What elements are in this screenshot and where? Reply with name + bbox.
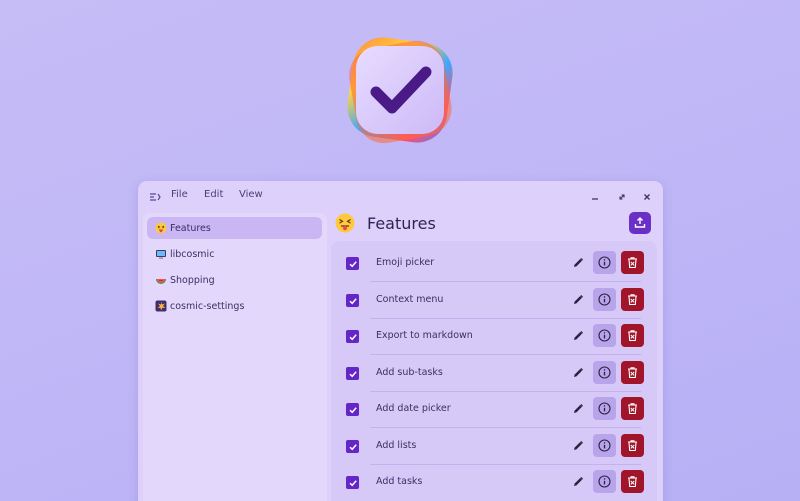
task-delete-button[interactable] bbox=[621, 397, 644, 420]
maximize-icon[interactable] bbox=[615, 190, 629, 204]
task-info-button[interactable] bbox=[593, 324, 616, 347]
task-list: Emoji picker Context menu Export to mark… bbox=[331, 241, 657, 501]
task-checkbox[interactable] bbox=[346, 294, 359, 307]
app-window: File Edit View Features libcosmic Shoppi… bbox=[138, 181, 663, 501]
task-info-button[interactable] bbox=[593, 434, 616, 457]
row-divider bbox=[370, 281, 641, 282]
task-row[interactable]: Add sub-tasks bbox=[331, 356, 657, 392]
task-checkbox[interactable] bbox=[346, 367, 359, 380]
sidebar: Features libcosmic Shopping cosmic-setti… bbox=[143, 213, 327, 501]
task-label: Emoji picker bbox=[376, 257, 435, 268]
row-divider bbox=[370, 354, 641, 355]
trash-icon bbox=[628, 257, 637, 269]
task-info-button[interactable] bbox=[593, 470, 616, 493]
check-icon bbox=[348, 260, 357, 267]
sidebar-toggle-icon[interactable] bbox=[148, 190, 162, 204]
edit-pencil-icon[interactable] bbox=[572, 476, 584, 488]
task-row[interactable]: Add tasks bbox=[331, 465, 657, 501]
edit-pencil-icon[interactable] bbox=[572, 330, 584, 342]
task-checkbox[interactable] bbox=[346, 403, 359, 416]
sidebar-item-shopping[interactable]: Shopping bbox=[147, 269, 322, 291]
task-info-button[interactable] bbox=[593, 361, 616, 384]
task-label: Context menu bbox=[376, 294, 444, 305]
info-icon bbox=[598, 329, 611, 342]
task-label: Add sub-tasks bbox=[376, 367, 443, 378]
info-icon bbox=[598, 475, 611, 488]
trash-icon bbox=[628, 294, 637, 306]
info-icon bbox=[598, 256, 611, 269]
task-checkbox[interactable] bbox=[346, 330, 359, 343]
sidebar-item-label: Features bbox=[170, 222, 211, 234]
sidebar-item-label: Shopping bbox=[170, 274, 215, 286]
task-row[interactable]: Context menu bbox=[331, 283, 657, 319]
squinting-tongue-face-icon[interactable] bbox=[335, 213, 355, 233]
list-header: Features bbox=[335, 211, 655, 241]
task-label: Export to markdown bbox=[376, 330, 473, 341]
menu-file[interactable]: File bbox=[171, 189, 188, 200]
task-delete-button[interactable] bbox=[621, 434, 644, 457]
edit-pencil-icon[interactable] bbox=[572, 257, 584, 269]
edit-pencil-icon[interactable] bbox=[572, 294, 584, 306]
edit-pencil-icon[interactable] bbox=[572, 440, 584, 452]
minimize-icon[interactable] bbox=[588, 190, 602, 204]
sidebar-item-libcosmic[interactable]: libcosmic bbox=[147, 243, 322, 265]
sidebar-item-cosmic-settings[interactable]: cosmic-settings bbox=[147, 295, 322, 317]
squinting-tongue-face-icon bbox=[155, 222, 167, 234]
check-icon bbox=[348, 333, 357, 340]
task-row[interactable]: Add date picker bbox=[331, 392, 657, 428]
info-icon bbox=[598, 293, 611, 306]
check-icon bbox=[348, 297, 357, 304]
sidebar-item-label: cosmic-settings bbox=[170, 300, 245, 312]
watermelon-icon bbox=[156, 279, 166, 284]
info-icon bbox=[598, 402, 611, 415]
task-delete-button[interactable] bbox=[621, 251, 644, 274]
task-delete-button[interactable] bbox=[621, 361, 644, 384]
upload-icon bbox=[634, 217, 646, 228]
menu-edit[interactable]: Edit bbox=[204, 189, 223, 200]
task-info-button[interactable] bbox=[593, 251, 616, 274]
export-button[interactable] bbox=[629, 212, 651, 234]
menu-view[interactable]: View bbox=[239, 189, 263, 200]
task-label: Add lists bbox=[376, 440, 417, 451]
check-icon bbox=[348, 406, 357, 413]
desktop-computer-icon bbox=[156, 250, 166, 259]
sidebar-item-features[interactable]: Features bbox=[147, 217, 322, 239]
task-delete-button[interactable] bbox=[621, 288, 644, 311]
task-row[interactable]: Export to markdown bbox=[331, 319, 657, 355]
info-icon bbox=[598, 439, 611, 452]
edit-pencil-icon[interactable] bbox=[572, 367, 584, 379]
task-delete-button[interactable] bbox=[621, 470, 644, 493]
titlebar: File Edit View bbox=[138, 181, 663, 213]
row-divider bbox=[370, 427, 641, 428]
check-icon bbox=[348, 479, 357, 486]
trash-icon bbox=[628, 476, 637, 488]
task-row[interactable]: Emoji picker bbox=[331, 246, 657, 282]
exploding-star-icon bbox=[155, 300, 167, 312]
task-label: Add date picker bbox=[376, 403, 451, 414]
trash-icon bbox=[628, 403, 637, 415]
task-info-button[interactable] bbox=[593, 288, 616, 311]
page-title: Features bbox=[367, 214, 436, 233]
close-icon[interactable] bbox=[640, 190, 654, 204]
sidebar-item-label: libcosmic bbox=[170, 248, 215, 260]
trash-icon bbox=[628, 367, 637, 379]
task-info-button[interactable] bbox=[593, 397, 616, 420]
check-icon bbox=[348, 443, 357, 450]
trash-icon bbox=[628, 330, 637, 342]
task-delete-button[interactable] bbox=[621, 324, 644, 347]
check-icon bbox=[348, 370, 357, 377]
task-label: Add tasks bbox=[376, 476, 423, 487]
info-icon bbox=[598, 366, 611, 379]
task-checkbox[interactable] bbox=[346, 440, 359, 453]
trash-icon bbox=[628, 440, 637, 452]
task-checkbox[interactable] bbox=[346, 476, 359, 489]
task-checkbox[interactable] bbox=[346, 257, 359, 270]
task-row[interactable]: Add lists bbox=[331, 429, 657, 465]
edit-pencil-icon[interactable] bbox=[572, 403, 584, 415]
app-logo-checkmark-icon bbox=[347, 37, 453, 144]
